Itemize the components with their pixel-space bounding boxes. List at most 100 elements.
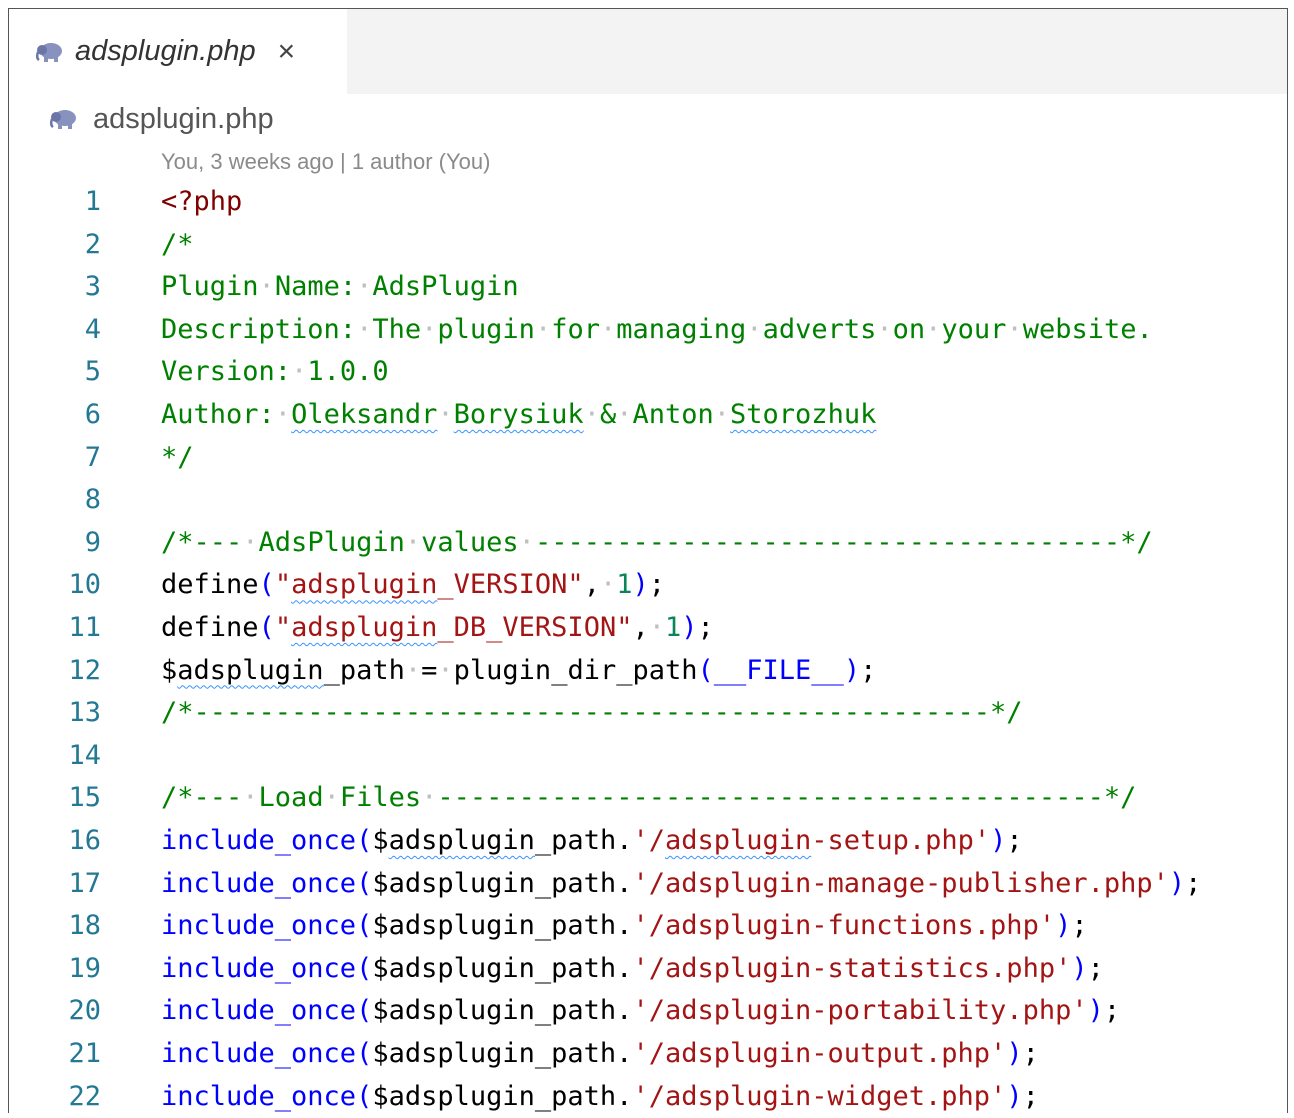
line-number: 21 (68, 1038, 101, 1069)
close-icon[interactable]: × (278, 36, 296, 67)
code-token: include_once (161, 995, 357, 1027)
code-line[interactable]: 18 include_once($adsplugin_path.'/adsplug… (9, 905, 1287, 947)
code-line[interactable]: 7 */ (9, 437, 1287, 479)
code-token: ( (356, 1080, 373, 1112)
code-token: ( (356, 910, 373, 942)
code-line[interactable]: 14 (9, 735, 1287, 777)
code-token: '/adsplugin-output.php' (632, 1038, 1007, 1069)
code-token: */ (161, 441, 194, 473)
code-token: ( (356, 952, 373, 984)
line-number: 8 (84, 484, 101, 516)
code-token: include_once (161, 867, 357, 899)
code-line[interactable]: 13 /*------------------------------------… (9, 692, 1287, 734)
code-line[interactable]: 20 include_once($adsplugin_path.'/adsplug… (9, 990, 1287, 1032)
line-text: Author:·Oleksandr·Borysiuk·&·Anton·Storo… (161, 394, 876, 436)
whitespace-dot: · (534, 313, 552, 345)
code-line[interactable]: 10 define("adsplugin_VERSION",·1); (9, 564, 1287, 606)
breadcrumb[interactable]: adsplugin.php (49, 99, 274, 139)
line-text: define("adsplugin_VERSION",·1); (161, 564, 665, 606)
code-token: ( (258, 612, 275, 643)
whitespace-dot: · (404, 654, 422, 686)
code-token: ) (1006, 1038, 1023, 1069)
git-blame-annotation[interactable]: You, 3 weeks ago | 1 author (You) (161, 149, 490, 175)
code-line[interactable]: 12 $adsplugin_path·=·plugin_dir_path(__FI… (9, 650, 1287, 692)
code-line[interactable]: 1 <?php (9, 181, 1287, 223)
code-line[interactable]: 3 Plugin·Name:·AdsPlugin (9, 266, 1287, 308)
whitespace-dot: · (437, 399, 454, 430)
code-token: Name: (274, 271, 357, 303)
line-text: include_once($adsplugin_path.'/adsplugin… (161, 820, 1023, 862)
whitespace-dot: · (616, 399, 633, 430)
code-token: include_once (161, 1080, 357, 1112)
whitespace-dot: · (583, 399, 600, 430)
line-number: 15 (68, 782, 101, 814)
line-number: 1 (84, 186, 101, 217)
line-number: 5 (84, 356, 101, 388)
code-line[interactable]: 11 define("adsplugin_DB_VERSION",·1); (9, 607, 1287, 649)
code-token: $adsplugin_path. (372, 867, 633, 899)
whitespace-dot: · (648, 612, 665, 643)
whitespace-dot: · (599, 313, 617, 345)
code-token: ; (1006, 825, 1023, 856)
whitespace-dot: · (356, 271, 373, 303)
code-token: $ (161, 654, 178, 686)
tab-title: adsplugin.php (75, 35, 256, 67)
line-number: 22 (68, 1080, 101, 1112)
code-token: adsplugin (177, 654, 324, 686)
php-elephant-icon (35, 42, 62, 62)
line-text: /*---·AdsPlugin·values·-----------------… (161, 522, 1153, 564)
code-line[interactable]: 5 Version:·1.0.0 (9, 351, 1287, 393)
line-number: 12 (68, 654, 101, 686)
line-number: 13 (68, 697, 101, 729)
code-token: Files (339, 782, 422, 814)
code-token: ------------------------------------*/ (534, 526, 1153, 558)
code-token: ) (681, 612, 698, 643)
code-line[interactable]: 8 (9, 479, 1287, 521)
whitespace-dot: · (274, 399, 292, 430)
code-token: website. (1022, 313, 1153, 345)
line-text: include_once($adsplugin_path.'/adsplugin… (161, 948, 1104, 990)
code-line[interactable]: 17 include_once($adsplugin_path.'/adsplug… (9, 863, 1287, 905)
line-text: /* (161, 224, 194, 266)
code-token: include_once (161, 952, 357, 984)
code-token: 1 (616, 569, 633, 601)
code-token: ; (860, 654, 877, 686)
line-text: <?php (161, 181, 242, 223)
code-token: Borysiuk (453, 399, 584, 430)
code-token: Oleksandr (291, 399, 438, 430)
code-token: ( (697, 654, 714, 686)
code-token: include_once (161, 825, 357, 856)
code-token: adsplugin (291, 612, 438, 643)
whitespace-dot: · (518, 526, 535, 558)
whitespace-dot: · (291, 356, 308, 388)
code-token: Load (258, 782, 324, 814)
code-token: _path. (534, 825, 633, 856)
whitespace-dot: · (925, 313, 942, 345)
code-line[interactable]: 16 include_once($adsplugin_path.'/adsplug… (9, 820, 1287, 862)
code-token: The (372, 313, 422, 345)
code-token: ( (356, 995, 373, 1027)
code-token: $adsplugin_path. (372, 995, 633, 1027)
code-token: AdsPlugin (372, 271, 519, 303)
code-line[interactable]: 22 include_once($adsplugin_path.'/adsplug… (9, 1076, 1287, 1118)
whitespace-dot: · (421, 782, 438, 814)
tab-adsplugin[interactable]: adsplugin.php × (9, 9, 347, 94)
code-line[interactable]: 4 Description:·The·plugin·for·managing·ad… (9, 309, 1287, 351)
whitespace-dot: · (746, 313, 763, 345)
whitespace-dot: · (242, 782, 259, 814)
code-token: " (274, 569, 292, 601)
code-token: " (274, 612, 292, 643)
code-line[interactable]: 19 include_once($adsplugin_path.'/adsplug… (9, 948, 1287, 990)
php-elephant-icon (49, 110, 76, 129)
code-token: Plugin (161, 271, 259, 303)
code-line[interactable]: 15/*---·Load·Files·---------------------… (9, 777, 1287, 819)
code-token: -setup.php' (811, 825, 991, 856)
code-token: ; (1185, 867, 1202, 899)
whitespace-dot: · (437, 654, 454, 686)
code-line[interactable]: 6 Author:·Oleksandr·Borysiuk·&·Anton·Stor… (9, 394, 1287, 436)
code-token: ; (697, 612, 714, 643)
code-line[interactable]: 2 /* (9, 224, 1287, 266)
code-line[interactable]: 9/*---·AdsPlugin·values·----------------… (9, 522, 1287, 564)
code-token: 1.0.0 (307, 356, 389, 388)
code-line[interactable]: 21 include_once($adsplugin_path.'/adsplug… (9, 1033, 1287, 1075)
